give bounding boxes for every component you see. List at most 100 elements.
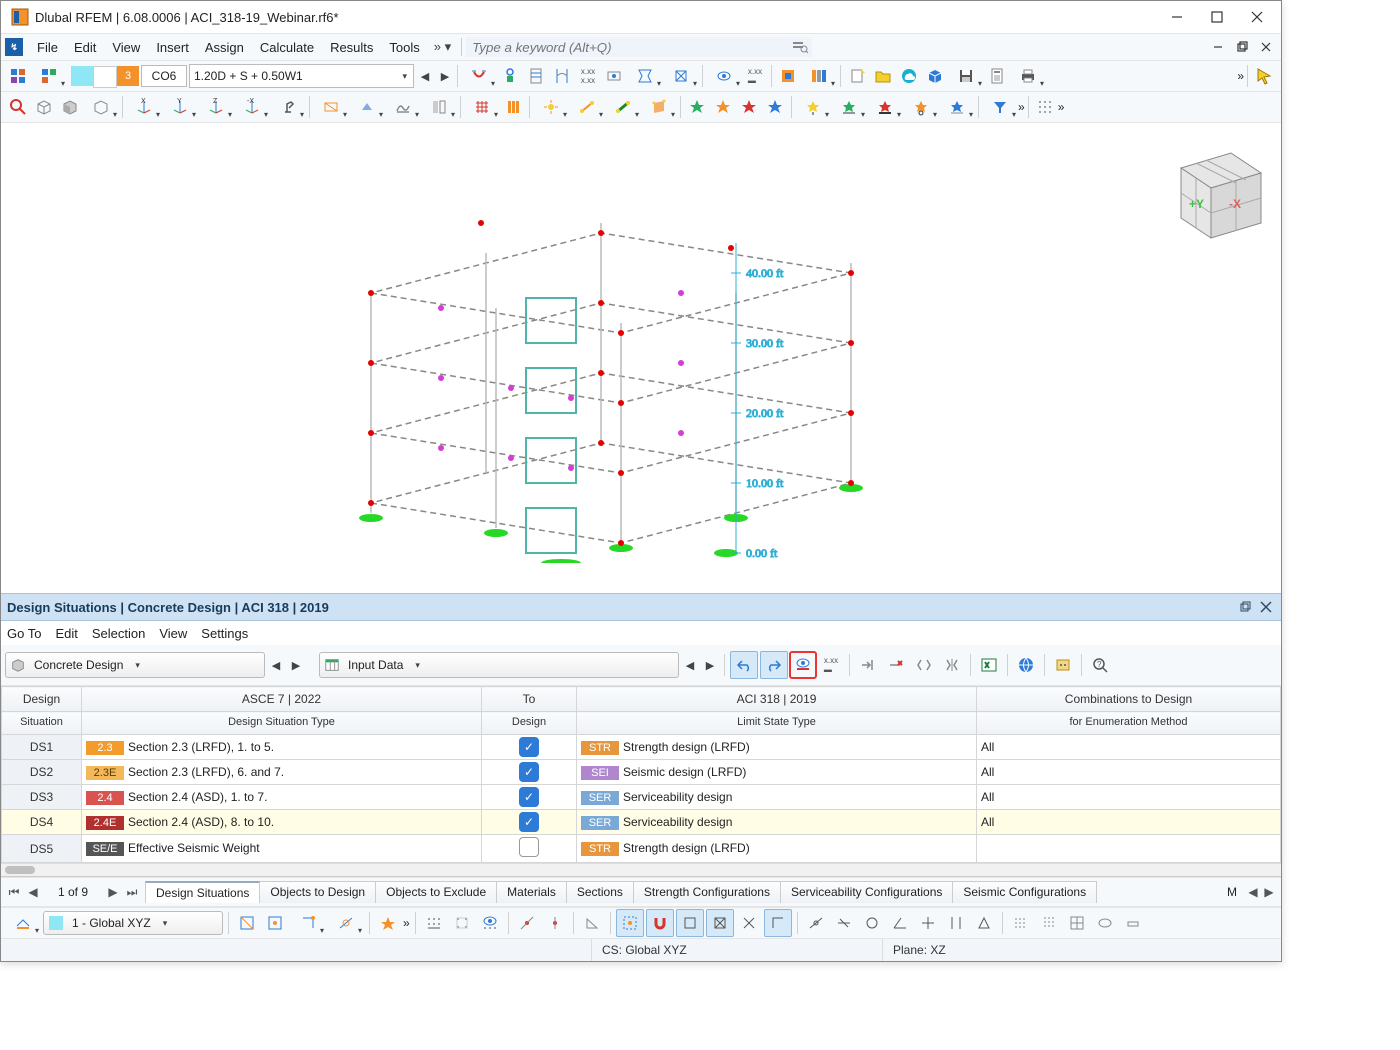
panel-collapse[interactable] [911,652,937,678]
tool-results-4[interactable] [549,63,575,89]
panel-restore-icon[interactable] [1237,598,1255,616]
page-last[interactable]: ⏭ [123,883,141,901]
toolbar2-overflow[interactable]: » [1018,100,1025,114]
angle-snap[interactable] [579,910,605,936]
toggle-1[interactable] [616,909,644,937]
guide-1[interactable] [1008,910,1034,936]
panel-import[interactable] [855,652,881,678]
menu-overflow[interactable]: » ▾ [428,39,457,55]
guide-2[interactable] [1036,910,1062,936]
tool-star-4[interactable] [762,94,788,120]
tool-open[interactable] [870,63,896,89]
tool-star-3[interactable] [736,94,762,120]
panel-highlight-in-view[interactable] [790,652,816,678]
tool-star-6[interactable] [831,94,867,120]
tab-objects-to-exclude[interactable]: Objects to Exclude [375,881,497,903]
menu-edit[interactable]: Edit [66,38,104,57]
col-design-sit[interactable]: Design [2,687,82,712]
combinations-cell[interactable]: All [977,810,1281,835]
to-design-checkbox[interactable]: ✓ [482,785,577,810]
panel-excel[interactable] [976,652,1002,678]
panel-redo[interactable] [760,651,788,679]
tool-cloud[interactable] [896,63,922,89]
snap-star[interactable] [375,910,401,936]
panel-globe[interactable] [1013,652,1039,678]
tool-select-arrow[interactable] [1251,63,1277,89]
guide-3[interactable] [1064,910,1090,936]
col-aci[interactable]: ACI 318 | 2019 [577,687,977,712]
tab-objects-to-design[interactable]: Objects to Design [259,881,376,903]
tool-zoom-rect[interactable] [5,94,31,120]
menu-results[interactable]: Results [322,38,381,57]
mdi-restore[interactable] [1231,38,1253,56]
tool-save[interactable] [948,63,984,89]
to-design-checkbox[interactable]: ✓ [482,760,577,785]
loadcase-select[interactable]: 1.20D + S + 0.50W1▾ [189,64,414,88]
tabs-scroll-right[interactable]: ▶ [1261,884,1277,900]
tab-materials[interactable]: Materials [496,881,567,903]
tool-cs-z[interactable]: Z [198,94,234,120]
osnap-3[interactable] [477,910,503,936]
line-snap-1[interactable] [803,910,829,936]
table-h-scrollbar[interactable] [1,863,1281,876]
situation-type-cell[interactable]: SE/EEffective Seismic Weight [82,835,482,863]
toolbar1-overflow[interactable]: » [1237,69,1244,83]
line-snap-5[interactable] [915,910,941,936]
tool-star-2[interactable] [710,94,736,120]
panel-help[interactable]: ? [1087,652,1113,678]
snap-2[interactable] [262,910,288,936]
tool-view-eye[interactable] [706,63,742,89]
line-snap-7[interactable] [971,910,997,936]
osnap-5[interactable] [542,910,568,936]
tool-cs-y[interactable]: Y [162,94,198,120]
tool-block[interactable] [922,63,948,89]
tool-star-9[interactable] [939,94,975,120]
tool-navigator-1[interactable] [5,63,31,89]
tool-line-1[interactable] [569,94,605,120]
design-combo-prev[interactable]: ◀ [267,654,285,676]
col-asce[interactable]: ASCE 7 | 2022 [82,687,482,712]
tool-navigator-2[interactable] [31,63,67,89]
limit-state-cell[interactable]: SEISeismic design (LRFD) [577,760,977,785]
toggle-cross[interactable] [736,910,762,936]
panel-menu-goto[interactable]: Go To [7,626,41,641]
tool-surface-1[interactable] [641,94,677,120]
menu-assign[interactable]: Assign [197,38,252,57]
line-snap-3[interactable] [859,910,885,936]
limit-state-cell[interactable]: SERServiceability design [577,785,977,810]
combinations-cell[interactable]: All [977,735,1281,760]
table-row[interactable]: DS12.3Section 2.3 (LRFD), 1. to 5.✓STRSt… [2,735,1281,760]
panel-undo[interactable] [730,651,758,679]
panel-menu-view[interactable]: View [159,626,187,641]
menu-insert[interactable]: Insert [148,38,197,57]
toggle-corner[interactable] [764,909,792,937]
tabs-scroll-left[interactable]: ◀ [1245,884,1261,900]
panel-delete-row[interactable] [883,652,909,678]
design-combo-next[interactable]: ▶ [287,654,305,676]
situation-type-cell[interactable]: 2.4Section 2.4 (ASD), 1. to 7. [82,785,482,810]
situation-type-cell[interactable]: 2.4ESection 2.4 (ASD), 8. to 10. [82,810,482,835]
limit-state-cell[interactable]: SERServiceability design [577,810,977,835]
tab-design-situations[interactable]: Design Situations [145,881,260,903]
tool-cs-neg[interactable]: -X [234,94,270,120]
tool-filter[interactable] [982,94,1018,120]
tool-results-xxx[interactable]: x.xxx.xx [575,63,601,89]
line-snap-4[interactable] [887,910,913,936]
snap-1[interactable] [234,910,260,936]
table-row[interactable]: DS42.4ESection 2.4 (ASD), 8. to 10.✓SERS… [2,810,1281,835]
tool-print[interactable] [1010,63,1046,89]
tool-print-preview[interactable] [984,63,1010,89]
tool-star-5[interactable] [795,94,831,120]
tool-view-mode[interactable] [83,94,119,120]
tool-view-xxx[interactable]: x.xx▬ [742,63,768,89]
tool-cs-x[interactable]: X [126,94,162,120]
osnap-4[interactable] [514,910,540,936]
osnap-1[interactable] [421,910,447,936]
combinations-cell[interactable]: All [977,760,1281,785]
table-row[interactable]: DS32.4Section 2.4 (ASD), 1. to 7.✓SERSer… [2,785,1281,810]
tool-results-2[interactable] [497,63,523,89]
tool-results-6[interactable] [627,63,663,89]
loadcase-next[interactable]: ▶ [436,65,454,87]
toolbar2-overflow-2[interactable]: » [1058,100,1065,114]
minimize-button[interactable] [1157,3,1197,31]
